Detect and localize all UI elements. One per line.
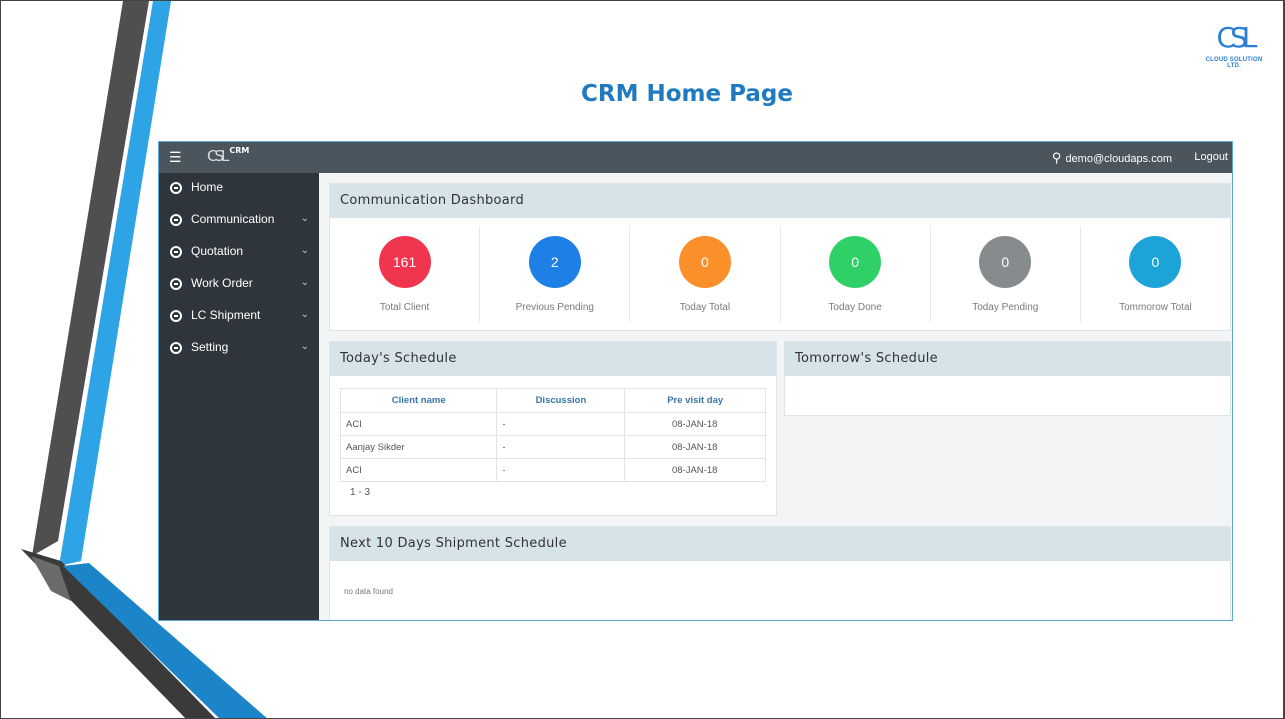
shipment-schedule-panel: Next 10 Days Shipment Schedule no data f…	[329, 526, 1231, 620]
cell-discussion: -	[496, 458, 626, 482]
cell-discussion: -	[496, 435, 626, 459]
chevron-down-icon: ⌄	[300, 245, 309, 256]
tomorrows-schedule-panel: Tomorrow's Schedule	[784, 341, 1231, 416]
brand-name: CRM	[229, 146, 250, 155]
logo-tagline: CLOUD SOLUTION LTD.	[1205, 57, 1263, 69]
page-title: CRM Home Page	[581, 81, 793, 107]
user-menu[interactable]: ⚲ demo@cloudaps.com	[1052, 150, 1172, 166]
sidebar-item-label: LC Shipment	[191, 308, 261, 322]
stat-label: Today Done	[828, 302, 882, 313]
panel-title: Communication Dashboard	[330, 184, 1230, 218]
panel-title: Today's Schedule	[330, 342, 776, 376]
stat-circle: 2	[528, 236, 581, 288]
circle-minus-icon	[170, 213, 182, 226]
panel-title: Next 10 Days Shipment Schedule	[330, 527, 1230, 561]
logout-link[interactable]: Logout	[1194, 151, 1228, 163]
sidebar-item-home[interactable]: Home	[159, 173, 319, 205]
table-row[interactable]: ACI - 08-JAN-18	[339, 412, 766, 436]
sidebar-item-setting[interactable]: Setting ⌄	[159, 333, 319, 365]
circle-minus-icon	[170, 277, 182, 290]
sidebar-item-quotation[interactable]: Quotation ⌄	[159, 237, 319, 269]
table-row[interactable]: ACI - 08-JAN-18	[339, 458, 766, 482]
stat-label: Today Total	[679, 302, 731, 313]
main-content: Communication Dashboard 161 Total Client…	[319, 173, 1232, 620]
circle-minus-icon	[170, 245, 182, 258]
column-header[interactable]: Client name	[339, 388, 498, 413]
stat-circle: 0	[829, 236, 882, 288]
cell-client: ACI	[339, 412, 498, 436]
communication-dashboard-panel: Communication Dashboard 161 Total Client…	[329, 183, 1231, 331]
stat-previous-pending[interactable]: 2 Previous Pending	[480, 226, 631, 322]
stat-circle: 0	[979, 236, 1032, 288]
sidebar-item-label: Setting	[191, 340, 229, 354]
schedule-table: Client name Discussion Pre visit day ACI…	[339, 388, 766, 482]
cell-client: ACI	[339, 458, 498, 482]
user-email: demo@cloudaps.com	[1065, 153, 1172, 165]
table-row[interactable]: Aanjay Sikder - 08-JAN-18	[339, 435, 766, 459]
stat-circle: 0	[1129, 236, 1182, 288]
stat-total-client[interactable]: 161 Total Client	[330, 226, 481, 322]
cell-discussion: -	[496, 412, 626, 436]
top-navbar: ☰ CSL CRM ⚲ demo@cloudaps.com Logout	[159, 142, 1232, 173]
sidebar-item-label: Communication	[191, 212, 275, 226]
pagination-info: 1 - 3	[350, 487, 371, 498]
empty-state-text: no data found	[344, 587, 393, 596]
stat-today-pending[interactable]: 0 Today Pending	[931, 226, 1081, 322]
stat-label: Tommorow Total	[1119, 302, 1192, 313]
cell-client: Aanjay Sikder	[339, 435, 498, 459]
slide: CSL CLOUD SOLUTION LTD. CRM Home Page ☰ …	[0, 0, 1285, 719]
column-header[interactable]: Discussion	[496, 388, 626, 413]
cell-date: 08-JAN-18	[624, 412, 766, 436]
todays-schedule-panel: Today's Schedule Client name Discussion …	[329, 341, 777, 516]
stats-row: 161 Total Client 2 Previous Pending 0 To…	[330, 218, 1230, 330]
sidebar-item-work-order[interactable]: Work Order ⌄	[159, 269, 319, 301]
sidebar-item-communication[interactable]: Communication ⌄	[159, 205, 319, 237]
crm-app-screenshot: ☰ CSL CRM ⚲ demo@cloudaps.com Logout Home …	[158, 141, 1233, 621]
stat-label: Today Pending	[972, 302, 1039, 313]
hamburger-icon[interactable]: ☰	[169, 149, 182, 165]
sidebar-item-label: Home	[191, 180, 224, 194]
stat-tomorrow-total[interactable]: 0 Tommorow Total	[1081, 226, 1230, 322]
circle-minus-icon	[170, 309, 182, 322]
sidebar-item-lc-shipment[interactable]: LC Shipment ⌄	[159, 301, 319, 333]
circle-minus-icon	[170, 341, 182, 354]
user-icon: ⚲	[1051, 150, 1062, 165]
chevron-down-icon: ⌄	[300, 213, 309, 224]
stat-today-total[interactable]: 0 Today Total	[630, 226, 781, 322]
brand-mark: CSL	[207, 147, 229, 165]
company-logo: CSL CLOUD SOLUTION LTD.	[1203, 23, 1265, 71]
stat-label: Total Client	[379, 302, 430, 313]
sidebar-item-label: Quotation	[191, 244, 244, 258]
chevron-down-icon: ⌄	[300, 277, 309, 288]
cell-date: 08-JAN-18	[624, 435, 766, 459]
sidebar-item-label: Work Order	[191, 276, 253, 290]
panel-title: Tomorrow's Schedule	[785, 342, 1230, 376]
sidebar: Home Communication ⌄ Quotation ⌄ Work Orde…	[159, 173, 319, 620]
stat-circle: 0	[678, 236, 731, 288]
logo-mark: CSL	[1216, 21, 1258, 54]
chevron-down-icon: ⌄	[300, 341, 309, 352]
stat-label: Previous Pending	[515, 302, 594, 313]
circle-minus-icon	[170, 181, 182, 194]
chevron-down-icon: ⌄	[300, 309, 309, 320]
brand-logo[interactable]: CSL CRM	[207, 146, 250, 165]
column-header[interactable]: Pre visit day	[624, 388, 766, 413]
stat-circle: 161	[378, 236, 431, 288]
cell-date: 08-JAN-18	[624, 458, 766, 482]
stat-today-done[interactable]: 0 Today Done	[781, 226, 931, 322]
table-header-row: Client name Discussion Pre visit day	[339, 388, 766, 413]
